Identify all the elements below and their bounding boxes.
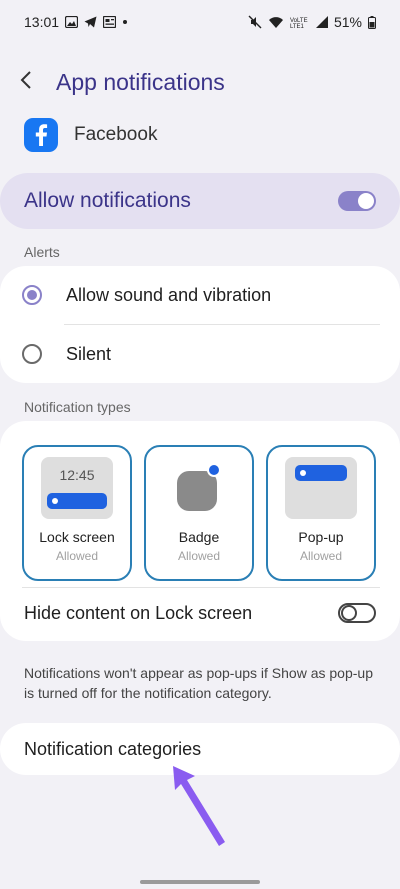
alert-option-label: Silent	[66, 343, 112, 364]
hide-content-toggle[interactable]	[338, 603, 376, 623]
alerts-card: Allow sound and vibration Silent	[0, 266, 400, 383]
toggle-knob	[358, 193, 374, 209]
notification-categories-label: Notification categories	[24, 738, 202, 759]
tile-status: Allowed	[177, 549, 221, 563]
news-icon	[103, 16, 117, 28]
alert-option-label: Allow sound and vibration	[66, 284, 272, 305]
notification-types-card: 12:45 Lock screen Allowed Badge Allowed …	[0, 421, 400, 641]
alerts-section-label: Alerts	[24, 244, 60, 260]
tile-status: Allowed	[299, 549, 343, 563]
home-indicator[interactable]	[140, 880, 260, 884]
allow-notifications-row[interactable]: Allow notifications	[0, 173, 400, 229]
back-button[interactable]	[20, 62, 48, 102]
allow-notifications-label: Allow notifications	[24, 189, 191, 212]
app-name: Facebook	[74, 124, 158, 145]
chevron-left-icon	[20, 70, 32, 95]
battery-percent: 51%	[333, 14, 362, 30]
lock-screen-preview: 12:45	[41, 457, 113, 519]
svg-text:LTE1: LTE1	[290, 24, 305, 29]
radio-button-selected[interactable]	[22, 285, 42, 305]
hide-content-lock-screen-row[interactable]: Hide content on Lock screen	[0, 589, 400, 637]
pop-up-preview	[285, 457, 357, 519]
signal-icon	[315, 16, 328, 28]
notification-types-section-label: Notification types	[24, 399, 131, 415]
telegram-icon	[84, 16, 97, 28]
notification-bar-icon	[47, 493, 107, 509]
tile-lock-screen[interactable]: 12:45 Lock screen Allowed	[22, 445, 132, 581]
popup-info-text: Notifications won't appear as pop-ups if…	[24, 665, 373, 701]
tile-status: Allowed	[55, 549, 99, 563]
notification-bar-icon	[295, 465, 347, 481]
divider	[22, 587, 380, 588]
hide-content-label: Hide content on Lock screen	[24, 602, 253, 623]
more-notifications-dot-icon	[122, 16, 128, 28]
status-time: 13:01	[24, 14, 60, 30]
battery-icon	[368, 15, 376, 29]
alert-option-silent[interactable]: Silent	[0, 325, 400, 383]
tile-title: Badge	[178, 529, 220, 545]
toggle-knob	[341, 605, 357, 621]
app-info: Facebook	[24, 118, 157, 152]
tile-badge[interactable]: Badge Allowed	[144, 445, 254, 581]
gallery-icon	[65, 16, 79, 28]
tile-title: Pop-up	[298, 529, 344, 545]
mute-icon	[248, 15, 262, 29]
wifi-icon	[268, 16, 284, 29]
lock-screen-preview-time: 12:45	[59, 467, 95, 483]
tile-pop-up[interactable]: Pop-up Allowed	[266, 445, 376, 581]
app-bar: App notifications	[0, 60, 400, 104]
radio-button[interactable]	[22, 344, 42, 364]
tile-title: Lock screen	[39, 529, 115, 545]
alert-option-sound-vibration[interactable]: Allow sound and vibration	[0, 266, 400, 324]
badge-dot-icon	[207, 463, 221, 477]
status-bar: 13:01 VoLTE LTE1 51%	[0, 0, 400, 44]
arrow-pointer-icon	[165, 762, 235, 857]
page-title: App notifications	[56, 68, 225, 95]
allow-notifications-toggle[interactable]	[338, 191, 376, 211]
volte-label-icon: VoLTE LTE1	[290, 16, 310, 29]
badge-preview	[163, 457, 235, 519]
app-icon-placeholder	[177, 471, 217, 511]
facebook-icon	[24, 118, 58, 152]
